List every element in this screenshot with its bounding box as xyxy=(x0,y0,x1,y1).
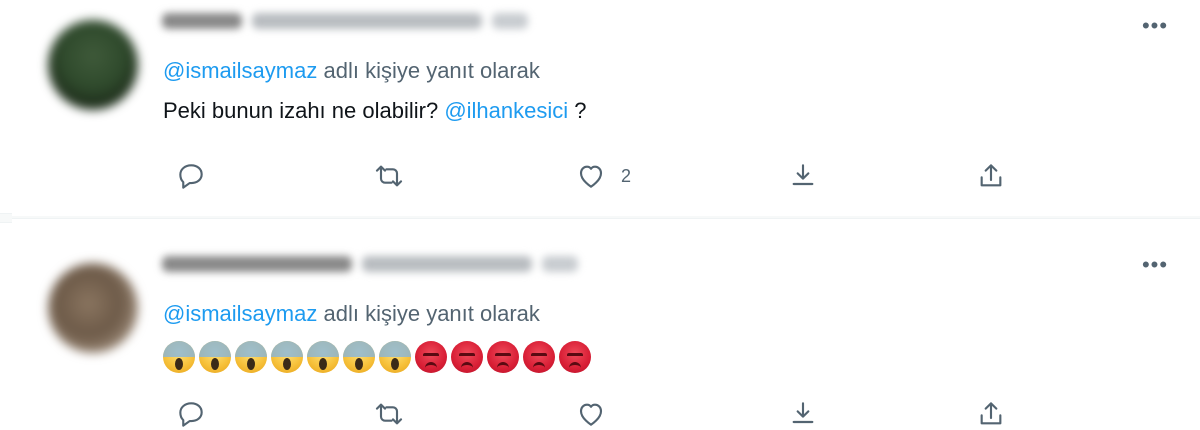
user-name-blurred[interactable] xyxy=(162,256,352,272)
bookmark-share-button[interactable] xyxy=(787,398,819,430)
screaming-face-emoji xyxy=(307,341,339,373)
tweet-actions xyxy=(163,398,1023,430)
tweet-header-blurred xyxy=(162,253,578,275)
avatar[interactable] xyxy=(48,20,138,110)
tweet-text: Peki bunun izahı ne olabilir? @ilhankesi… xyxy=(163,98,587,124)
share-icon xyxy=(792,402,814,424)
retweet-button[interactable] xyxy=(373,398,405,430)
retweet-button[interactable] xyxy=(373,160,405,192)
timestamp-blurred[interactable] xyxy=(492,13,528,29)
share-icon xyxy=(792,164,814,186)
retweet-icon xyxy=(375,165,403,187)
more-icon[interactable]: ••• xyxy=(1140,15,1170,40)
like-button[interactable]: 2 xyxy=(575,160,631,192)
user-handle-blurred[interactable] xyxy=(252,13,482,29)
upload-button[interactable] xyxy=(975,160,1007,192)
angry-face-emoji xyxy=(523,341,555,373)
upload-icon xyxy=(980,164,1002,187)
reply-prefix: adlı kişiye yanıt olarak xyxy=(323,301,540,326)
angry-face-emoji xyxy=(559,341,591,373)
like-icon xyxy=(579,403,603,426)
angry-face-emoji xyxy=(415,341,447,373)
user-name-blurred[interactable] xyxy=(162,13,242,29)
reply-button[interactable] xyxy=(175,398,207,430)
text-mention[interactable]: @ilhankesici xyxy=(444,98,568,123)
screaming-face-emoji xyxy=(379,341,411,373)
angry-face-emoji xyxy=(487,341,519,373)
tweet-text-tail: ? xyxy=(568,98,587,123)
screaming-face-emoji xyxy=(199,341,231,373)
avatar[interactable] xyxy=(48,263,138,353)
tweet[interactable]: ••• @ismailsaymaz adlı kişiye yanıt olar… xyxy=(12,218,1200,428)
angry-face-emoji xyxy=(451,341,483,373)
reply-context: @ismailsaymaz adlı kişiye yanıt olarak xyxy=(163,301,540,327)
upload-button[interactable] xyxy=(975,398,1007,430)
tweet-text-body: Peki bunun izahı ne olabilir? xyxy=(163,98,439,123)
bookmark-share-button[interactable] xyxy=(787,160,819,192)
more-icon[interactable]: ••• xyxy=(1140,254,1170,279)
screaming-face-emoji xyxy=(343,341,375,373)
tweet[interactable]: ••• @ismailsaymaz adlı kişiye yanıt olar… xyxy=(12,0,1200,216)
retweet-icon xyxy=(375,403,403,425)
timestamp-blurred[interactable] xyxy=(542,256,578,272)
reply-button[interactable] xyxy=(175,160,207,192)
reply-context: @ismailsaymaz adlı kişiye yanıt olarak xyxy=(163,58,540,84)
screaming-face-emoji xyxy=(235,341,267,373)
like-icon xyxy=(579,165,603,188)
like-button[interactable] xyxy=(575,398,621,430)
reply-icon xyxy=(179,402,203,427)
user-handle-blurred[interactable] xyxy=(362,256,532,272)
tweet-header-blurred xyxy=(162,10,528,32)
screaming-face-emoji xyxy=(163,341,195,373)
upload-icon xyxy=(980,402,1002,425)
reply-icon xyxy=(179,164,203,189)
reply-to-mention[interactable]: @ismailsaymaz xyxy=(163,301,317,326)
tweet-actions: 2 xyxy=(163,160,1023,192)
screaming-face-emoji xyxy=(271,341,303,373)
reply-prefix: adlı kişiye yanıt olarak xyxy=(323,58,540,83)
reply-to-mention[interactable]: @ismailsaymaz xyxy=(163,58,317,83)
tweet-emoji-text xyxy=(163,341,591,373)
like-count: 2 xyxy=(621,165,632,186)
